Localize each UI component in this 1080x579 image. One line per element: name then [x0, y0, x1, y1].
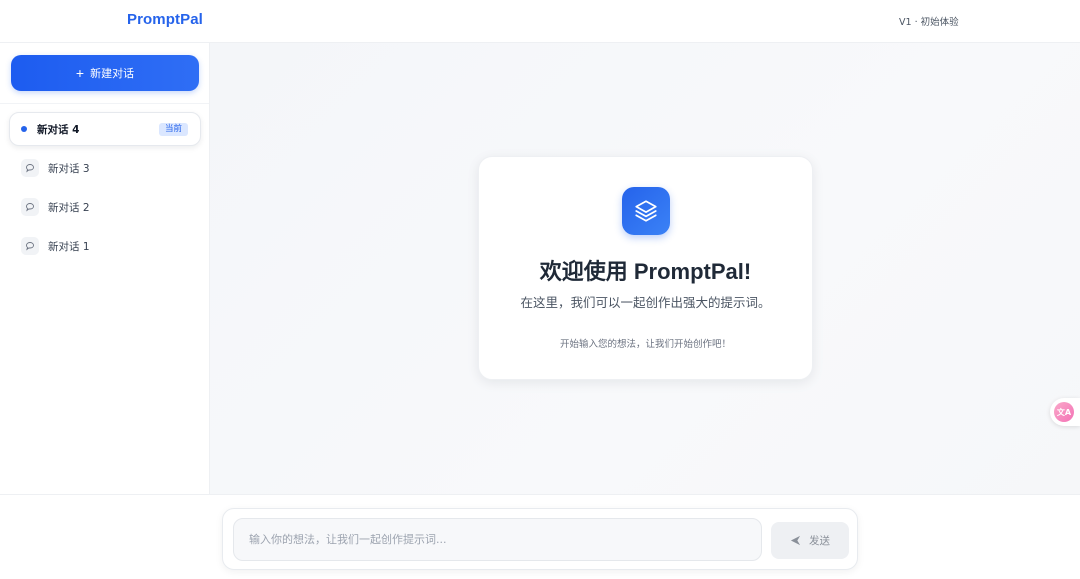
conversation-item-active[interactable]: 新对话 4 当前: [9, 112, 201, 146]
layers-icon: [622, 187, 670, 235]
conversation-label: 新对话 4: [37, 123, 80, 136]
conversation-list: 新对话 4 当前 新对话 3 新对话 2 新对话 1: [9, 112, 201, 268]
composer: 发送: [222, 508, 858, 570]
conversation-item[interactable]: 新对话 1: [9, 229, 201, 263]
chat-bubble-icon: [21, 237, 39, 255]
plus-icon: +: [75, 64, 85, 81]
chat-bubble-icon: [21, 159, 39, 177]
welcome-subtitle: 在这里，我们可以一起创作出强大的提示词。: [520, 295, 771, 310]
app-header: PromptPal V1 · 初始体验: [0, 0, 1080, 43]
welcome-hint: 开始输入您的想法，让我们开始创作吧！: [559, 339, 731, 350]
new-chat-label: 新建对话: [90, 68, 135, 80]
new-chat-button[interactable]: + 新建对话: [11, 55, 199, 91]
translate-icon: 文A: [1054, 402, 1074, 422]
send-arrow-icon: [790, 535, 801, 546]
dot-icon: [21, 126, 27, 132]
chat-bubble-icon: [21, 198, 39, 216]
brand-logo[interactable]: PromptPal: [127, 11, 203, 28]
conversation-label: 新对话 1: [48, 240, 90, 253]
main-area: 欢迎使用 PromptPal! 在这里，我们可以一起创作出强大的提示词。 开始输…: [210, 43, 1080, 494]
send-button[interactable]: 发送: [771, 522, 849, 559]
version-label: V1 · 初始体验: [899, 17, 959, 28]
sidebar: + 新建对话 新对话 4 当前 新对话 3 新对话 2 新对话 1: [0, 43, 210, 494]
conversation-label: 新对话 3: [48, 162, 90, 175]
welcome-card: 欢迎使用 PromptPal! 在这里，我们可以一起创作出强大的提示词。 开始输…: [478, 156, 813, 380]
conversation-label: 新对话 2: [48, 201, 90, 214]
conversation-item[interactable]: 新对话 3: [9, 151, 201, 185]
conversation-item[interactable]: 新对话 2: [9, 190, 201, 224]
welcome-title: 欢迎使用 PromptPal!: [539, 259, 752, 284]
prompt-input[interactable]: [233, 518, 762, 561]
sidebar-divider: [0, 103, 209, 104]
send-label: 发送: [809, 535, 830, 547]
composer-area: 发送: [0, 494, 1080, 579]
translate-button[interactable]: 文A: [1050, 398, 1080, 426]
current-badge: 当前: [158, 123, 188, 136]
